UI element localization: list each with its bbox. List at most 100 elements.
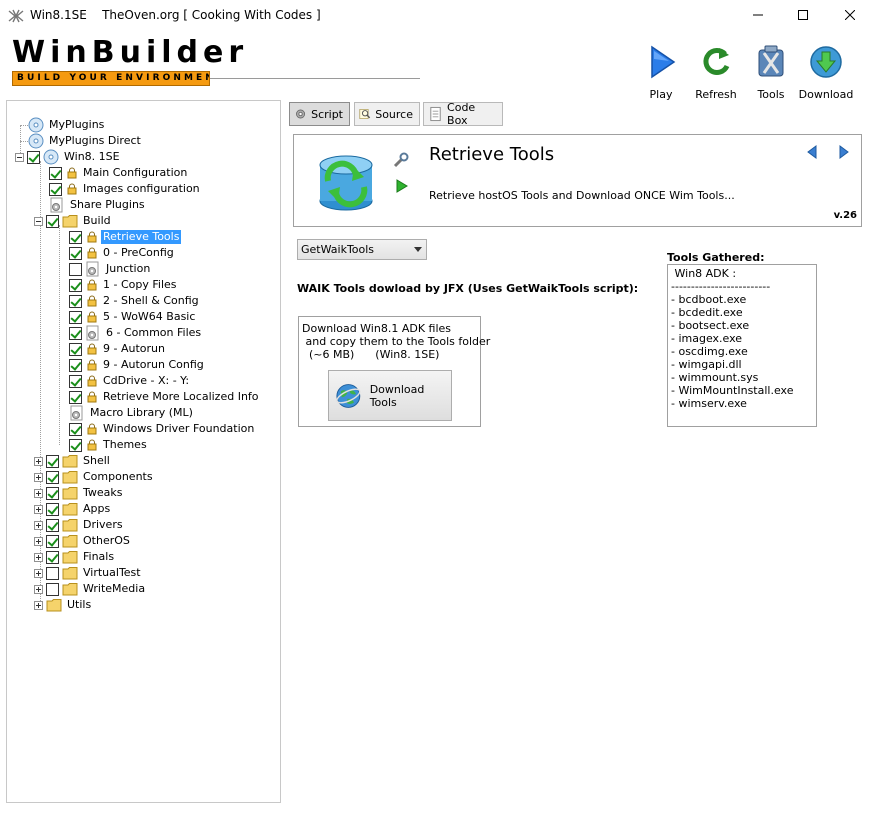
checkbox[interactable] (46, 518, 59, 532)
checkbox[interactable] (69, 342, 82, 356)
expand-toggle[interactable] (34, 568, 43, 578)
tree-item-finals[interactable]: Finals (34, 549, 116, 565)
chevron-down-icon (414, 247, 422, 252)
tree-item-retrieve-localized-info[interactable]: Retrieve More Localized Info (69, 389, 261, 405)
checkbox[interactable] (69, 230, 82, 244)
tree-item-drivers[interactable]: Drivers (34, 517, 125, 533)
checkbox[interactable] (69, 358, 82, 372)
tab-script[interactable]: Script (289, 102, 350, 126)
tool-select-dropdown[interactable]: GetWaikTools (297, 239, 427, 260)
checkbox[interactable] (46, 582, 59, 596)
tree-item-components[interactable]: Components (34, 469, 155, 485)
close-button[interactable] (827, 0, 873, 30)
globe-icon (336, 383, 361, 408)
checkbox[interactable] (49, 182, 62, 196)
tree-item-win81se[interactable]: Win8. 1SE (15, 149, 122, 165)
tree-item-wow64-basic[interactable]: 5 - WoW64 Basic (69, 309, 197, 325)
tree-item-cddrive[interactable]: CdDrive - X: - Y: (69, 373, 191, 389)
tree-item-virtualtest[interactable]: VirtualTest (34, 565, 143, 581)
tree-item-otheros[interactable]: OtherOS (34, 533, 132, 549)
expand-toggle[interactable] (34, 536, 43, 546)
tree-item-preconfig[interactable]: 0 - PreConfig (69, 245, 176, 261)
tree-item-copy-files[interactable]: 1 - Copy Files (69, 277, 179, 293)
folder-icon (46, 599, 62, 612)
tab-source[interactable]: Source (354, 102, 420, 126)
tools-gathered-list: Win8 ADK : ------------------------- - b… (667, 264, 817, 427)
refresh-button[interactable]: Refresh (686, 44, 746, 101)
checkbox[interactable] (49, 166, 62, 180)
minimize-button[interactable] (735, 0, 781, 30)
checkbox[interactable] (69, 390, 82, 404)
tree-item-autorun[interactable]: 9 - Autorun (69, 341, 167, 357)
tree-item-build[interactable]: Build (34, 213, 113, 229)
tree-item-shell-config[interactable]: 2 - Shell & Config (69, 293, 201, 309)
expand-toggle[interactable] (34, 520, 43, 530)
collapse-toggle[interactable] (34, 216, 43, 226)
tree-item-main-configuration[interactable]: Main Configuration (49, 165, 189, 181)
folder-icon (62, 471, 78, 484)
checkbox[interactable] (46, 454, 59, 468)
plugin-tree[interactable]: MyPlugins MyPlugins Direct Win8. 1SE Mai… (6, 100, 281, 803)
tree-item-autorun-config[interactable]: 9 - Autorun Config (69, 357, 206, 373)
checkbox[interactable] (46, 566, 59, 580)
tree-item-myplugins-direct[interactable]: MyPlugins Direct (28, 133, 143, 149)
checkbox[interactable] (69, 374, 82, 388)
tree-item-themes[interactable]: Themes (69, 437, 149, 453)
checkbox[interactable] (69, 310, 82, 324)
checkbox[interactable] (46, 486, 59, 500)
expand-toggle[interactable] (34, 552, 43, 562)
checkbox[interactable] (69, 438, 82, 452)
next-arrow-icon[interactable] (839, 145, 849, 159)
checkbox[interactable] (69, 262, 82, 276)
tree-item-apps[interactable]: Apps (34, 501, 112, 517)
tree-item-tweaks[interactable]: Tweaks (34, 485, 125, 501)
checkbox[interactable] (69, 278, 82, 292)
tree-item-share-plugins[interactable]: Share Plugins (49, 197, 147, 213)
tree-item-shell[interactable]: Shell (34, 453, 112, 469)
folder-icon (62, 503, 78, 516)
play-button[interactable]: Play (631, 44, 691, 101)
checkbox[interactable] (69, 326, 82, 340)
tree-item-myplugins[interactable]: MyPlugins (28, 117, 106, 133)
checkbox[interactable] (69, 422, 82, 436)
download-button[interactable]: Download (796, 44, 856, 101)
checkbox[interactable] (46, 214, 59, 228)
tree-item-windows-driver-foundation[interactable]: Windows Driver Foundation (69, 421, 256, 437)
checkbox[interactable] (46, 470, 59, 484)
expand-toggle[interactable] (34, 472, 43, 482)
expand-toggle[interactable] (34, 488, 43, 498)
checkbox[interactable] (69, 246, 82, 260)
checkbox[interactable] (69, 294, 82, 308)
list-item: - oscdimg.exe (671, 345, 748, 358)
list-item: ------------------------- (671, 280, 771, 293)
folder-icon (62, 487, 78, 500)
tree-item-junction[interactable]: Junction (69, 261, 152, 277)
title-bar: Win8.1SE TheOven.org [ Cooking With Code… (0, 0, 873, 31)
expand-toggle[interactable] (34, 456, 43, 466)
run-script-icon[interactable] (396, 179, 408, 193)
expand-toggle[interactable] (34, 600, 43, 610)
tab-code-box[interactable]: Code Box (423, 101, 503, 127)
expand-toggle[interactable] (34, 504, 43, 514)
edit-settings-icon[interactable] (393, 152, 409, 168)
lock-icon (87, 423, 97, 435)
download-instructions: Download Win8.1 ADK files and copy them … (302, 322, 491, 361)
tree-item-common-files[interactable]: 6 - Common Files (69, 325, 203, 341)
lock-icon (87, 343, 97, 355)
maximize-button[interactable] (780, 0, 826, 30)
tree-item-retrieve-tools[interactable]: Retrieve Tools (69, 229, 182, 245)
script-description: Retrieve hostOS Tools and Download ONCE … (429, 189, 735, 202)
checkbox[interactable] (27, 150, 40, 164)
tree-item-utils[interactable]: Utils (34, 597, 93, 613)
tools-button[interactable]: Tools (741, 44, 801, 101)
checkbox[interactable] (46, 550, 59, 564)
collapse-toggle[interactable] (15, 152, 24, 162)
checkbox[interactable] (46, 502, 59, 516)
tree-item-macro-library[interactable]: Macro Library (ML) (69, 405, 195, 421)
previous-arrow-icon[interactable] (807, 145, 817, 159)
expand-toggle[interactable] (34, 584, 43, 594)
checkbox[interactable] (46, 534, 59, 548)
download-tools-button[interactable]: Download Tools (328, 370, 452, 421)
tree-item-images-configuration[interactable]: Images configuration (49, 181, 202, 197)
tree-item-writemedia[interactable]: WriteMedia (34, 581, 147, 597)
